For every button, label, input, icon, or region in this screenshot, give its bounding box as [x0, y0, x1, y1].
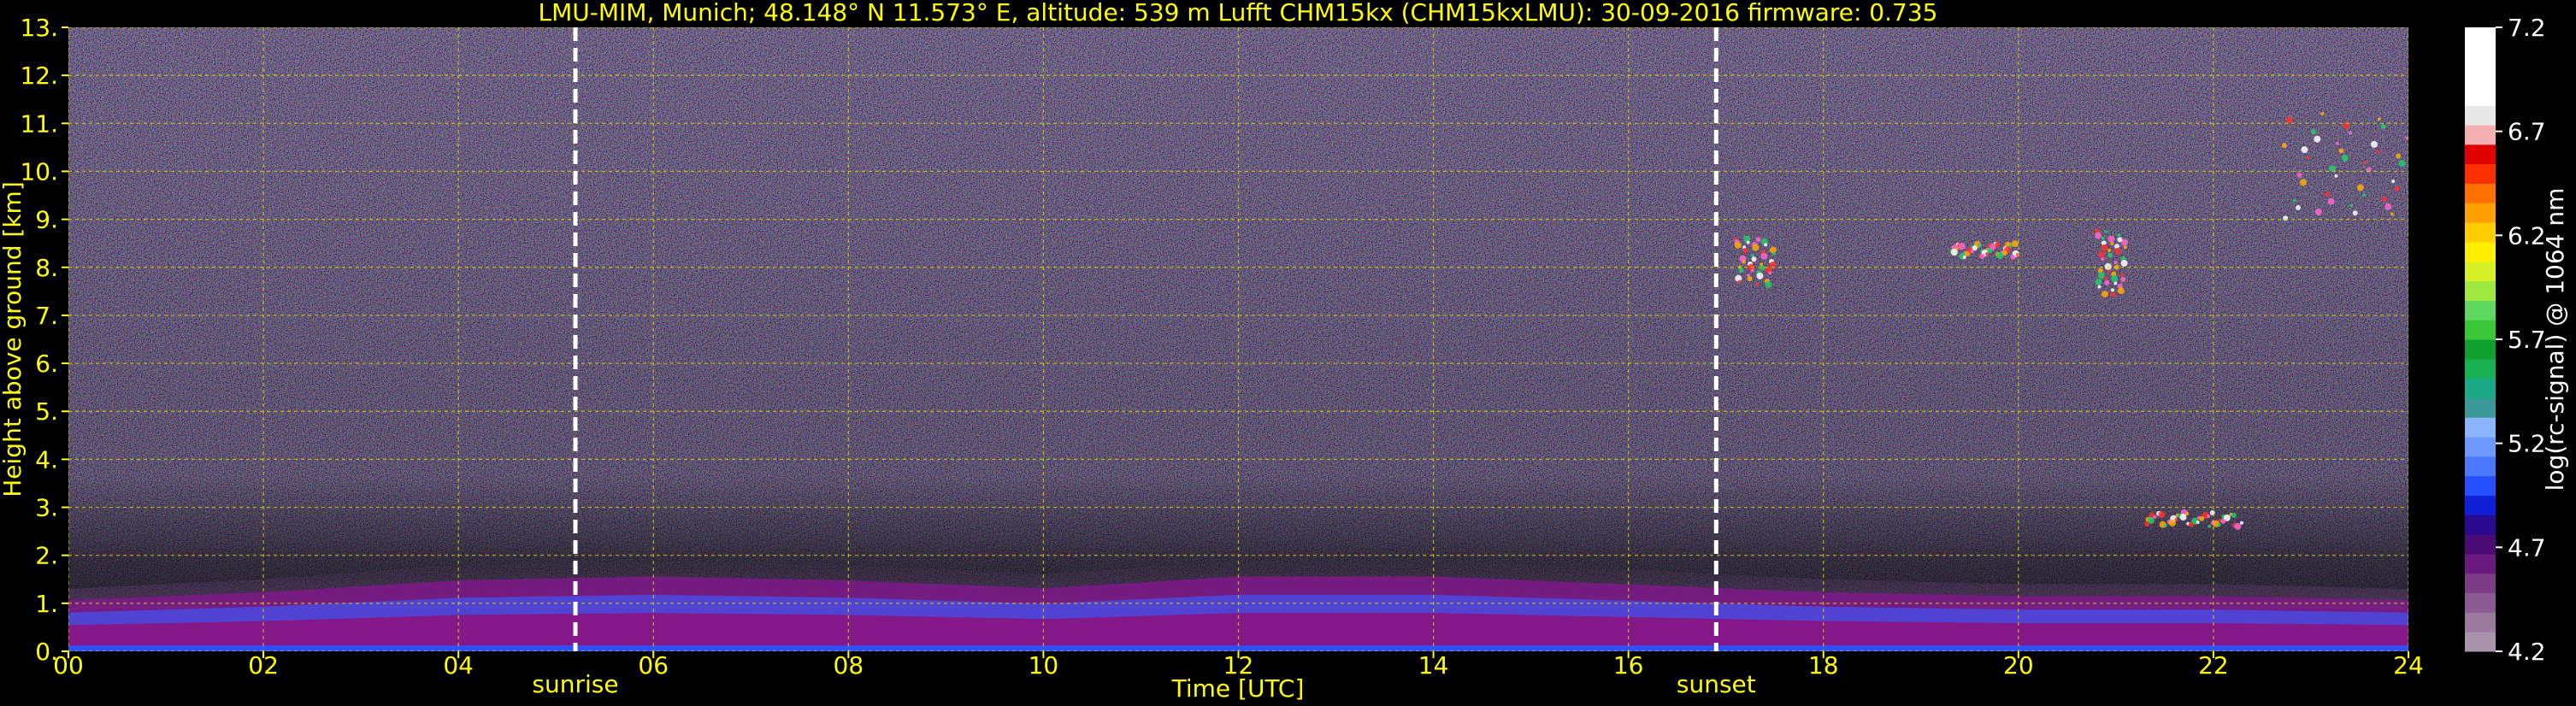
x-tick-label: 08 — [834, 651, 864, 680]
x-tick-label: 02 — [248, 651, 279, 680]
colorbar — [2465, 27, 2496, 652]
x-tick-label: 00 — [53, 651, 84, 680]
y-tick-label: 13. — [20, 14, 58, 42]
y-tick-label: 6. — [35, 350, 58, 378]
sunrise-label: sunrise — [532, 670, 618, 698]
x-tick-label: 14 — [1418, 651, 1449, 680]
y-tick-label: 7. — [35, 302, 58, 330]
x-axis-label: Time [UTC] — [1171, 674, 1305, 703]
y-tick-label: 12. — [20, 62, 58, 90]
y-tick-label: 5. — [35, 397, 58, 426]
y-tick-label: 11. — [20, 109, 58, 138]
ceilometer-chart: 0.1.2.3.4.5.6.7.8.9.10.11.12.13. 00 02 04 0… — [0, 0, 2569, 703]
y-tick-label: 3. — [35, 494, 58, 522]
x-tick-label: 20 — [2003, 651, 2034, 680]
chart-title: LMU-MIM, Munich; 48.148° N 11.573° E, al… — [539, 0, 1938, 26]
y-tick-label: 8. — [35, 254, 58, 282]
y-tick-label: 4. — [35, 445, 58, 474]
colorbar-tick-label: 4.2 — [2508, 638, 2546, 666]
colorbar-label: log(rc-signal) @ 1064 nm — [2541, 188, 2569, 491]
y-tick-label: 2. — [35, 542, 58, 570]
sunset-label: sunset — [1677, 670, 1756, 698]
colorbar-tick-label: 4.7 — [2508, 533, 2546, 562]
x-tick-label: 06 — [638, 651, 669, 680]
x-tick-label: 22 — [2198, 651, 2229, 680]
x-tick-label: 16 — [1613, 651, 1644, 680]
colorbar-tick-label: 6.2 — [2508, 221, 2546, 250]
noise-fade — [68, 27, 2408, 651]
x-tick-label: 10 — [1029, 651, 1059, 680]
y-axis-label: Height above ground [km] — [0, 181, 27, 497]
colorbar-tick-label: 5.7 — [2508, 326, 2546, 354]
colorbar-tick-label: 6.7 — [2508, 118, 2546, 146]
colorbar-tick-label: 5.2 — [2508, 430, 2546, 458]
x-tick-label: 04 — [443, 651, 474, 680]
colorbar-tick-label: 7.2 — [2508, 14, 2546, 42]
y-tick-label: 1. — [35, 590, 58, 618]
x-tick-label: 24 — [2393, 651, 2424, 680]
x-tick-label: 18 — [1808, 651, 1839, 680]
y-tick-label: 9. — [35, 206, 58, 234]
